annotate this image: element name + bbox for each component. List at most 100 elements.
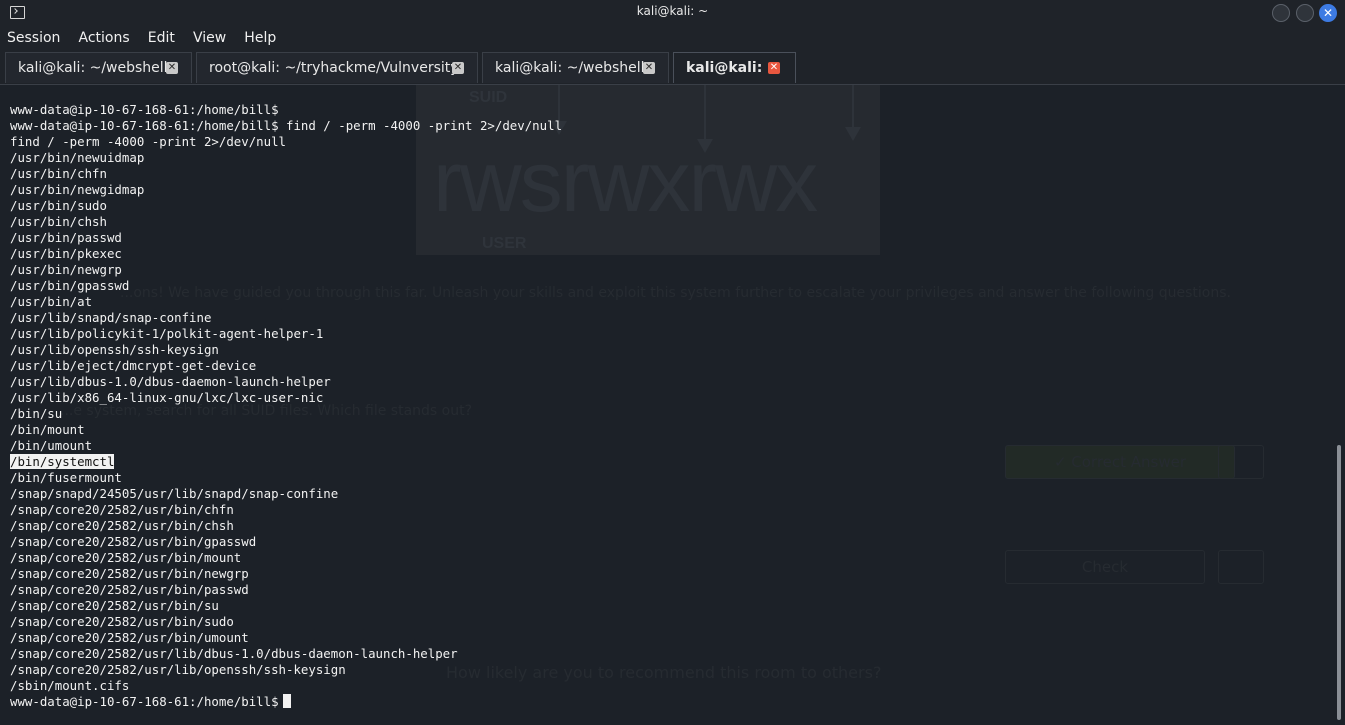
menu-session[interactable]: Session — [0, 26, 66, 46]
terminal-line: /usr/bin/at — [10, 294, 562, 310]
terminal-line-text: /usr/bin/newuidmap — [10, 150, 145, 165]
terminal-line-text: /snap/core20/2582/usr/bin/sudo — [10, 614, 234, 629]
terminal-line: /snap/core20/2582/usr/lib/openssh/ssh-ke… — [10, 662, 562, 678]
terminal-line-text: /snap/core20/2582/usr/lib/openssh/ssh-ke… — [10, 662, 346, 677]
terminal-line: /usr/lib/dbus-1.0/dbus-daemon-launch-hel… — [10, 374, 562, 390]
terminal-line-text: /snap/snapd/24505/usr/lib/snapd/snap-con… — [10, 486, 339, 501]
terminal-line: /sbin/mount.cifs — [10, 678, 562, 694]
terminal-line: /usr/bin/newuidmap — [10, 150, 562, 166]
terminal-line: find / -perm -4000 -print 2>/dev/null — [10, 134, 562, 150]
terminal-line: /snap/snapd/24505/usr/lib/snapd/snap-con… — [10, 486, 562, 502]
tab-webshell-2[interactable]: kali@kali: ~/webshell ✕ — [482, 52, 669, 83]
terminal-line-text: /usr/bin/chfn — [10, 166, 107, 181]
tab-close-icon[interactable]: ✕ — [452, 62, 464, 74]
terminal-scrollbar[interactable] — [1337, 445, 1341, 720]
terminal-line-text: www-data@ip-10-67-168-61:/home/bill$ — [10, 102, 279, 117]
check-button: Check — [1005, 550, 1205, 584]
terminal-line-text: /snap/core20/2582/usr/bin/chfn — [10, 502, 234, 517]
close-window-button[interactable]: ✕ — [1319, 4, 1337, 22]
terminal-line-text: /snap/core20/2582/usr/bin/gpasswd — [10, 534, 257, 549]
terminal-line-text: /usr/bin/at — [10, 294, 93, 309]
terminal-line: /usr/bin/gpasswd — [10, 278, 562, 294]
menu-bar: Session Actions Edit View Help — [0, 26, 1345, 52]
menu-view[interactable]: View — [186, 26, 232, 46]
terminal-line-text: /bin/su — [10, 406, 63, 421]
terminal-line-text: www-data@ip-10-67-168-61:/home/bill$ fin… — [10, 118, 563, 133]
tab-label: kali@kali: ~/webshell — [18, 60, 168, 76]
terminal-line-text: /usr/bin/chsh — [10, 214, 107, 229]
terminal-line: www-data@ip-10-67-168-61:/home/bill$ fin… — [10, 118, 562, 134]
terminal-view[interactable]: SUID USER rwsrwxrwx ...ons! We have guid… — [0, 85, 1345, 725]
terminal-line-text: /usr/lib/eject/dmcrypt-get-device — [10, 358, 257, 373]
terminal-line-text: /usr/lib/policykit-1/polkit-agent-helper… — [10, 326, 324, 341]
window-title: kali@kali: ~ — [636, 4, 709, 18]
hint-button — [1218, 445, 1264, 479]
terminal-prompt-line[interactable]: www-data@ip-10-67-168-61:/home/bill$ — [10, 694, 562, 710]
terminal-line-text: /usr/bin/passwd — [10, 230, 122, 245]
tab-close-icon[interactable]: ✕ — [643, 62, 655, 74]
terminal-line-text: /usr/bin/gpasswd — [10, 278, 130, 293]
terminal-line-text: /bin/mount — [10, 422, 85, 437]
terminal-line-text: find / -perm -4000 -print 2>/dev/null — [10, 134, 287, 149]
terminal-line: /bin/fusermount — [10, 470, 562, 486]
tab-webshell-1[interactable]: kali@kali: ~/webshell ✕ — [5, 52, 192, 83]
menu-actions[interactable]: Actions — [72, 26, 136, 46]
terminal-line-text: /snap/core20/2582/usr/lib/dbus-1.0/dbus-… — [10, 646, 458, 661]
diagram-arrow — [852, 85, 854, 131]
terminal-line: /usr/lib/snapd/snap-confine — [10, 310, 562, 326]
terminal-line: /snap/core20/2582/usr/bin/mount — [10, 550, 562, 566]
tab-label: kali@kali: ~ — [686, 60, 779, 76]
terminal-line: /snap/core20/2582/usr/bin/chfn — [10, 502, 562, 518]
menu-edit[interactable]: Edit — [141, 26, 181, 46]
terminal-line-text: /usr/lib/dbus-1.0/dbus-daemon-launch-hel… — [10, 374, 331, 389]
maximize-button[interactable] — [1296, 4, 1314, 22]
tab-home-active[interactable]: kali@kali: ~ ✕ — [673, 52, 796, 83]
tab-label: root@kali: ~/tryhackme/Vulnversity — [209, 60, 459, 76]
terminal-line: /usr/bin/newgrp — [10, 262, 562, 278]
terminal-line: www-data@ip-10-67-168-61:/home/bill$ — [10, 102, 562, 118]
hint-button — [1218, 550, 1264, 584]
menu-help[interactable]: Help — [237, 26, 282, 46]
correct-answer-button: ✓ Correct Answer — [1005, 445, 1235, 479]
terminal-line-text: /usr/bin/sudo — [10, 198, 107, 213]
terminal-line-text: /snap/core20/2582/usr/bin/chsh — [10, 518, 234, 533]
terminal-prompt: www-data@ip-10-67-168-61:/home/bill$ — [10, 694, 279, 709]
terminal-line: /usr/bin/chfn — [10, 166, 562, 182]
tab-bar: kali@kali: ~/webshell ✕ root@kali: ~/try… — [0, 52, 1345, 85]
terminal-line: /snap/core20/2582/usr/bin/newgrp — [10, 566, 562, 582]
terminal-line: /snap/core20/2582/usr/bin/su — [10, 598, 562, 614]
terminal-line: /bin/mount — [10, 422, 562, 438]
diagram-arrowhead — [845, 127, 861, 141]
terminal-line-text: /usr/lib/x86_64-linux-gnu/lxc/lxc-user-n… — [10, 390, 324, 405]
terminal-line: /snap/core20/2582/usr/bin/sudo — [10, 614, 562, 630]
terminal-line: /bin/systemctl — [10, 454, 562, 470]
terminal-line: /usr/lib/openssh/ssh-keysign — [10, 342, 562, 358]
terminal-line: /snap/core20/2582/usr/bin/gpasswd — [10, 534, 562, 550]
terminal-line-text: /snap/core20/2582/usr/bin/newgrp — [10, 566, 249, 581]
terminal-line: /usr/lib/x86_64-linux-gnu/lxc/lxc-user-n… — [10, 390, 562, 406]
terminal-line: /snap/core20/2582/usr/bin/umount — [10, 630, 562, 646]
tab-close-icon[interactable]: ✕ — [166, 62, 178, 74]
terminal-line: /bin/su — [10, 406, 562, 422]
selected-text: /bin/systemctl — [10, 454, 115, 469]
tab-vulnversity[interactable]: root@kali: ~/tryhackme/Vulnversity ✕ — [196, 52, 478, 83]
terminal-line-text: /snap/core20/2582/usr/bin/umount — [10, 630, 249, 645]
tab-close-icon[interactable]: ✕ — [768, 62, 780, 74]
title-bar: kali@kali: ~ ✕ — [0, 0, 1345, 26]
terminal-line: /snap/core20/2582/usr/bin/chsh — [10, 518, 562, 534]
terminal-line-text: /snap/core20/2582/usr/bin/su — [10, 598, 219, 613]
terminal-line-text: /usr/lib/snapd/snap-confine — [10, 310, 212, 325]
terminal-line-text: /snap/core20/2582/usr/bin/mount — [10, 550, 242, 565]
terminal-line-text: /usr/bin/newgidmap — [10, 182, 145, 197]
terminal-line: /usr/bin/sudo — [10, 198, 562, 214]
terminal-line: /usr/bin/newgidmap — [10, 182, 562, 198]
terminal-line: /bin/umount — [10, 438, 562, 454]
terminal-line-text: /usr/bin/pkexec — [10, 246, 122, 261]
minimize-button[interactable] — [1272, 4, 1290, 22]
terminal-line-text: /usr/lib/openssh/ssh-keysign — [10, 342, 219, 357]
terminal-line: /snap/core20/2582/usr/lib/dbus-1.0/dbus-… — [10, 646, 562, 662]
terminal-cursor — [282, 694, 291, 708]
terminal-line-text: /snap/core20/2582/usr/bin/passwd — [10, 582, 249, 597]
terminal-line: /snap/core20/2582/usr/bin/passwd — [10, 582, 562, 598]
terminal-line: /usr/lib/policykit-1/polkit-agent-helper… — [10, 326, 562, 342]
